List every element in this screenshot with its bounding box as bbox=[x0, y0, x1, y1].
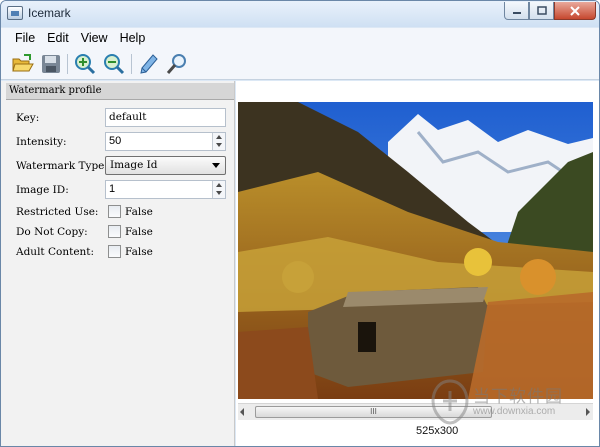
menu-edit[interactable]: Edit bbox=[41, 31, 75, 45]
do-not-copy-label: Do Not Copy: bbox=[16, 226, 88, 238]
restricted-use-label: Restricted Use: bbox=[16, 206, 99, 218]
toolbar-separator bbox=[131, 54, 132, 74]
minimize-icon bbox=[512, 11, 521, 14]
title-bar[interactable]: Icemark bbox=[1, 1, 599, 27]
restricted-use-checkbox[interactable] bbox=[108, 205, 121, 218]
chevron-down-icon bbox=[212, 163, 220, 168]
preview-image bbox=[238, 102, 593, 399]
intensity-stepper[interactable]: 50 bbox=[105, 132, 226, 151]
toolbar bbox=[1, 48, 599, 80]
app-window: Icemark File Edit View Help Watermark pr… bbox=[0, 0, 600, 447]
intensity-value: 50 bbox=[109, 135, 122, 147]
zoom-out-icon bbox=[104, 54, 125, 75]
close-button[interactable] bbox=[554, 2, 596, 20]
zoom-in-button[interactable] bbox=[73, 52, 97, 76]
brand-name: 当下软件园 bbox=[473, 387, 563, 407]
restricted-use-value: False bbox=[125, 206, 153, 218]
intensity-label: Intensity: bbox=[16, 136, 67, 148]
spin-up-icon[interactable] bbox=[216, 183, 222, 187]
spin-up-icon[interactable] bbox=[216, 135, 222, 139]
toolbar-separator bbox=[67, 54, 68, 74]
maximize-button[interactable] bbox=[529, 2, 554, 20]
app-icon bbox=[7, 6, 23, 20]
image-id-label: Image ID: bbox=[16, 184, 69, 196]
open-button[interactable] bbox=[11, 52, 35, 76]
properties-panel: Watermark profile Key: default Intensity… bbox=[1, 81, 235, 446]
adult-content-checkbox[interactable] bbox=[108, 245, 121, 258]
menu-view[interactable]: View bbox=[75, 31, 114, 45]
image-id-value: 1 bbox=[109, 183, 116, 195]
brand-logo-icon bbox=[431, 379, 469, 425]
zoom-in-icon bbox=[75, 54, 96, 75]
watermark-type-value: Image Id bbox=[110, 159, 158, 171]
site-watermark: 当下软件园 www.downxia.com bbox=[431, 379, 596, 431]
window-title: Icemark bbox=[28, 6, 71, 20]
zoom-out-button[interactable] bbox=[102, 52, 126, 76]
do-not-copy-checkbox[interactable] bbox=[108, 225, 121, 238]
adult-content-value: False bbox=[125, 246, 153, 258]
edit-button[interactable] bbox=[137, 52, 161, 76]
scroll-left-icon[interactable] bbox=[240, 408, 244, 416]
watermark-type-select[interactable]: Image Id bbox=[105, 156, 226, 175]
image-id-stepper[interactable]: 1 bbox=[105, 180, 226, 199]
key-field[interactable]: default bbox=[105, 108, 226, 127]
intensity-spin-buttons[interactable] bbox=[212, 133, 225, 150]
save-button[interactable] bbox=[39, 52, 63, 76]
save-icon bbox=[42, 55, 60, 73]
close-icon bbox=[570, 5, 580, 16]
do-not-copy-value: False bbox=[125, 226, 153, 238]
menu-bar: File Edit View Help bbox=[1, 28, 599, 48]
search-icon bbox=[166, 54, 186, 74]
open-folder-icon bbox=[12, 54, 34, 72]
menu-help[interactable]: Help bbox=[114, 31, 152, 45]
adult-content-label: Adult Content: bbox=[16, 246, 95, 258]
menu-file[interactable]: File bbox=[9, 31, 41, 45]
watermark-type-label: Watermark Type: bbox=[16, 160, 108, 172]
pencil-icon bbox=[140, 54, 158, 74]
key-label: Key: bbox=[16, 112, 40, 124]
minimize-button[interactable] bbox=[504, 2, 529, 20]
spin-down-icon[interactable] bbox=[216, 191, 222, 195]
maximize-icon bbox=[536, 6, 547, 15]
profile-header: Watermark profile bbox=[6, 83, 234, 100]
image-id-spin-buttons[interactable] bbox=[212, 181, 225, 198]
spin-down-icon[interactable] bbox=[216, 143, 222, 147]
find-button[interactable] bbox=[165, 52, 189, 76]
brand-url: www.downxia.com bbox=[473, 406, 556, 417]
